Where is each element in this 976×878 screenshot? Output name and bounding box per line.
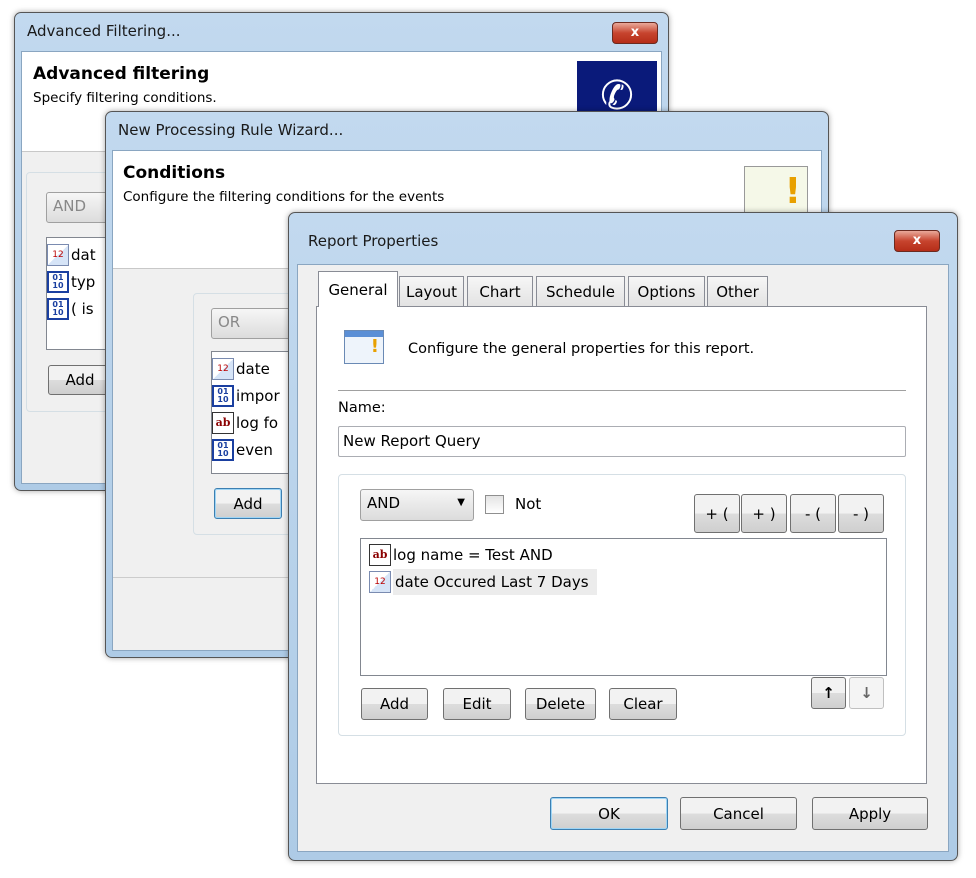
tab-chart[interactable]: Chart	[467, 276, 533, 307]
text-icon: ab	[212, 411, 234, 434]
date-icon: 12	[47, 243, 69, 266]
move-up-button[interactable]: ↑	[811, 677, 846, 709]
tab-schedule[interactable]: Schedule	[536, 276, 625, 307]
name-input[interactable]: New Report Query	[338, 426, 906, 457]
list-item[interactable]: 01 10 even	[212, 436, 300, 463]
add-button[interactable]: Add	[48, 365, 112, 395]
move-down-button[interactable]: ↓	[849, 677, 884, 709]
date-icon: 12	[369, 570, 391, 593]
tab-other[interactable]: Other	[707, 276, 768, 307]
add-button[interactable]: Add	[361, 688, 428, 720]
close-button[interactable]: x	[612, 22, 658, 44]
binary-icon: 01 10	[47, 270, 69, 293]
window-title: New Processing Rule Wizard...	[118, 121, 344, 139]
delete-button[interactable]: Delete	[525, 688, 596, 720]
add-button[interactable]: Add	[214, 488, 282, 519]
report-page-icon: !	[344, 330, 384, 364]
ok-button[interactable]: OK	[550, 797, 668, 830]
arrow-down-icon: ↓	[860, 684, 873, 702]
cancel-button[interactable]: Cancel	[680, 797, 797, 830]
list-item[interactable]: ab log fo	[212, 409, 300, 436]
binary-icon: 01 10	[212, 438, 234, 461]
general-description: Configure the general properties for thi…	[408, 341, 755, 357]
open-paren-remove-button[interactable]: - (	[790, 494, 836, 533]
tab-general[interactable]: General	[318, 271, 398, 307]
date-icon: 12	[212, 357, 234, 380]
list-item[interactable]: 12 date	[212, 355, 300, 382]
binary-icon: 01 10	[47, 297, 69, 320]
binary-icon: 01 10	[212, 384, 234, 407]
open-paren-add-button[interactable]: + (	[694, 494, 740, 533]
not-label: Not	[515, 495, 542, 513]
clear-button[interactable]: Clear	[609, 688, 677, 720]
edit-button[interactable]: Edit	[443, 688, 511, 720]
header-subtitle: Specify filtering conditions.	[33, 90, 217, 106]
header-subtitle: Configure the filtering conditions for t…	[123, 189, 445, 205]
dialog-title: Report Properties	[308, 232, 439, 250]
apply-button[interactable]: Apply	[812, 797, 928, 830]
tab-options[interactable]: Options	[628, 276, 705, 307]
text-icon: ab	[369, 543, 391, 566]
close-button[interactable]: x	[894, 230, 940, 252]
list-item[interactable]: 01 10 impor	[212, 382, 300, 409]
list-item[interactable]: ab log name = Test AND	[369, 541, 886, 568]
header-title: Conditions	[123, 163, 226, 183]
close-paren-add-button[interactable]: + )	[741, 494, 787, 533]
list-item[interactable]: 12 date Occured Last 7 Days	[369, 568, 886, 595]
close-paren-remove-button[interactable]: - )	[838, 494, 884, 533]
header-title: Advanced filtering	[33, 64, 210, 84]
arrow-up-icon: ↑	[822, 684, 835, 702]
name-label: Name:	[338, 400, 386, 416]
not-checkbox[interactable]	[485, 495, 504, 514]
operator-value: AND	[367, 494, 401, 512]
window-title: Advanced Filtering...	[27, 22, 181, 40]
conditions-list[interactable]: ab log name = Test AND 12 date Occured Las…	[360, 538, 887, 676]
operator-combo[interactable]: AND ▼	[360, 489, 474, 521]
divider	[338, 390, 906, 391]
tab-layout[interactable]: Layout	[399, 276, 464, 307]
chevron-down-icon: ▼	[457, 497, 465, 508]
